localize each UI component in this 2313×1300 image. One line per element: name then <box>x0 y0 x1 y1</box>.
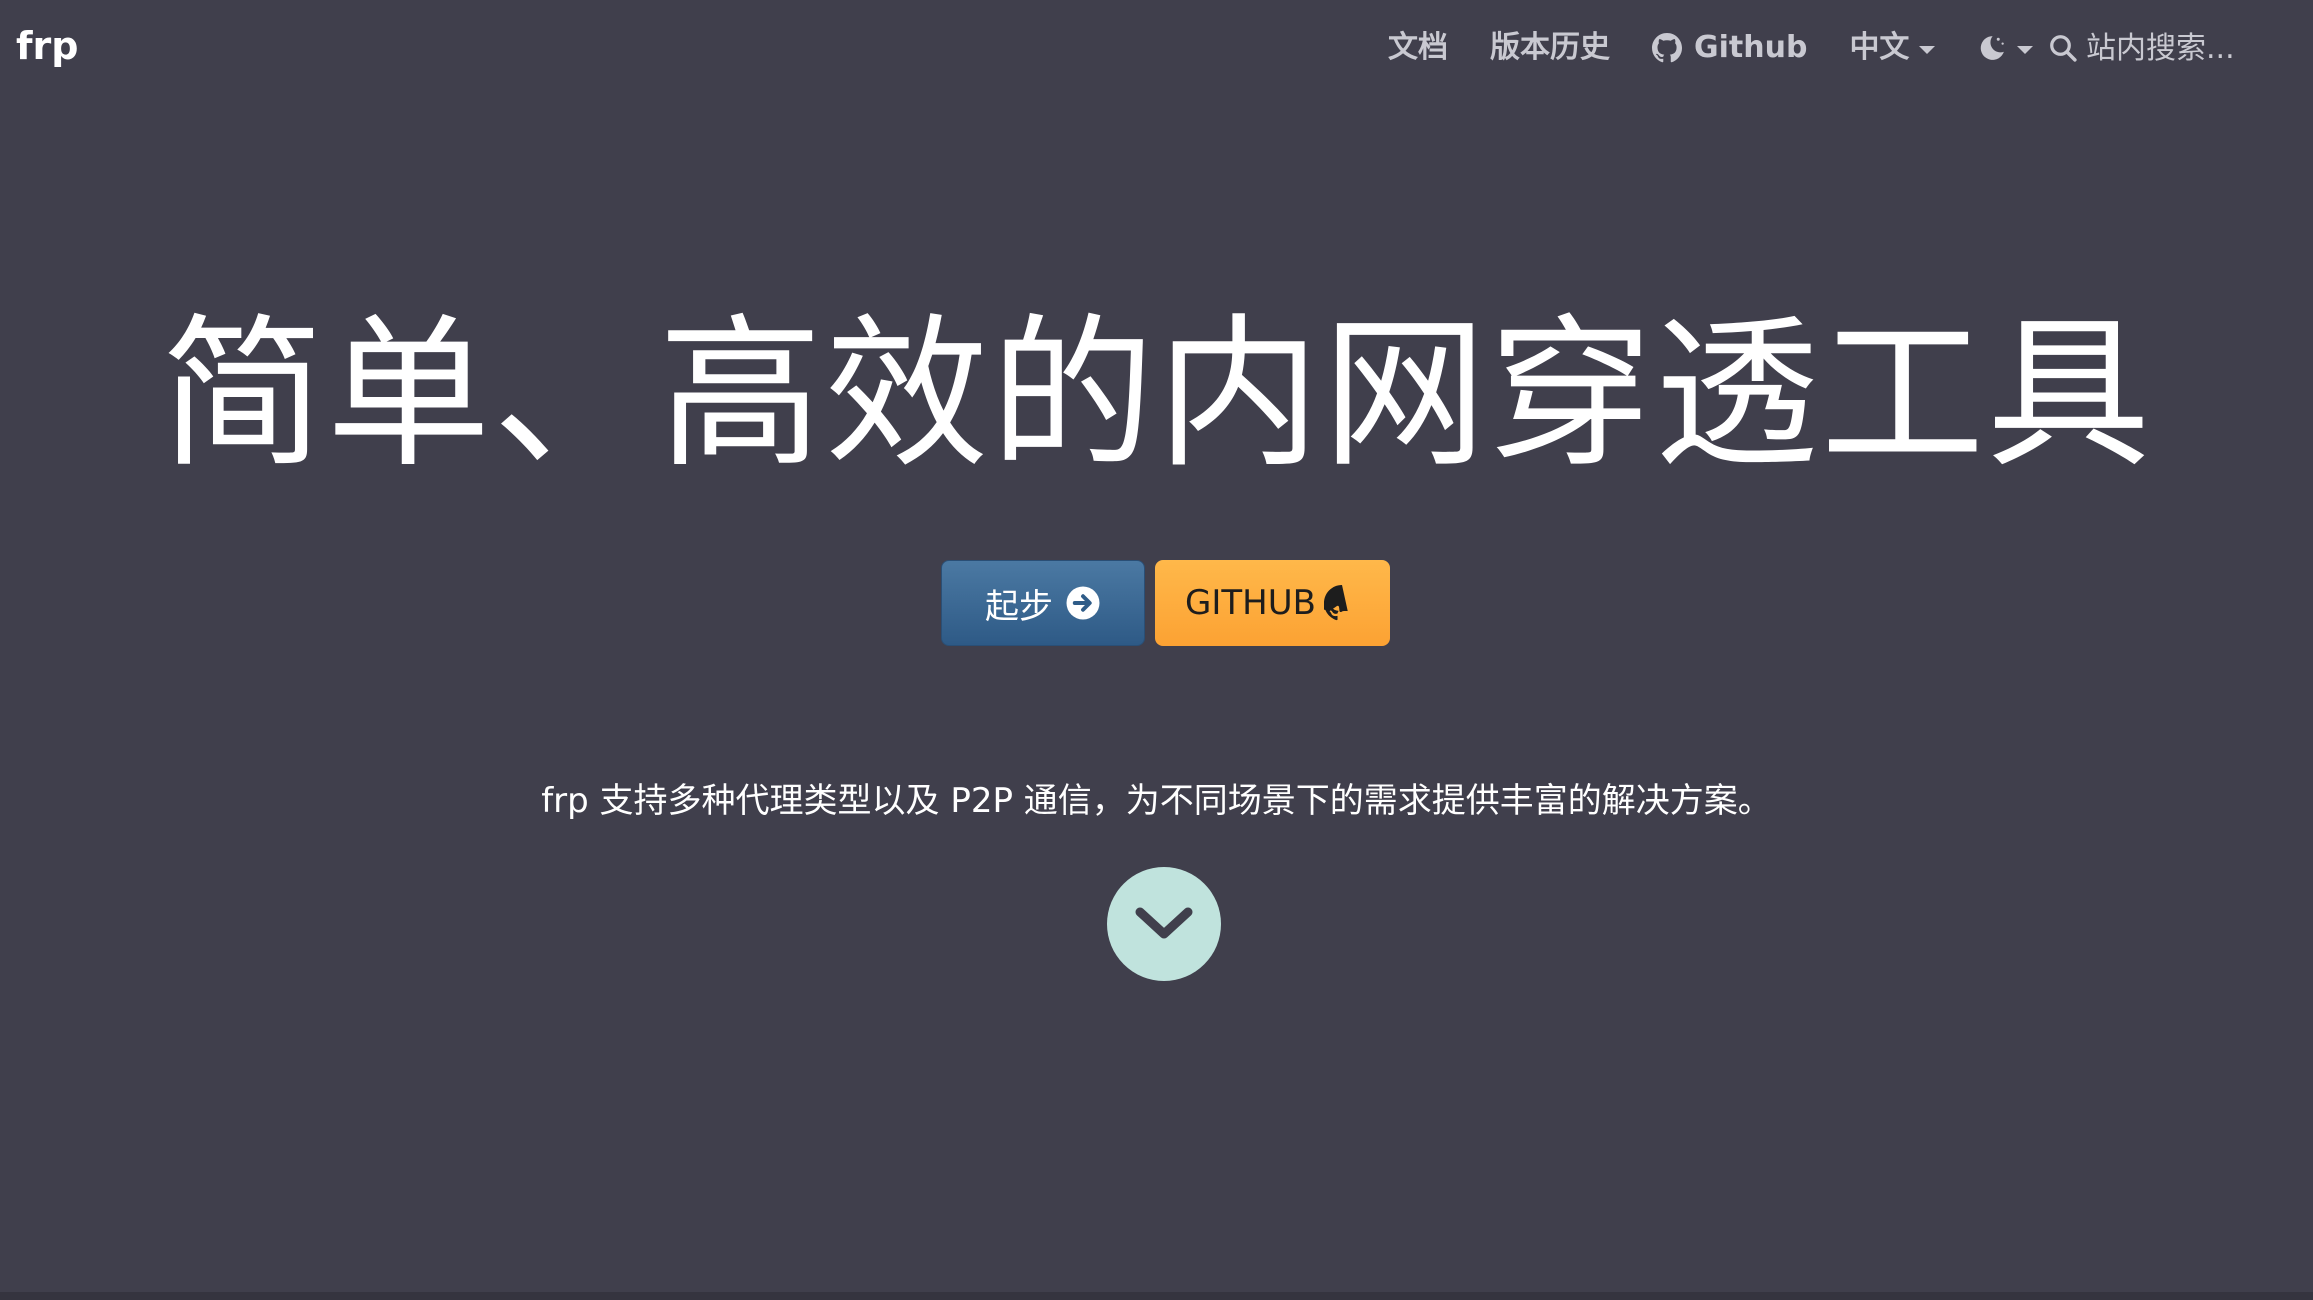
chevron-down-icon <box>1135 907 1193 939</box>
language-dropdown[interactable]: 中文 <box>1849 22 1936 74</box>
github-button[interactable]: GITHUB <box>1155 560 1390 646</box>
get-started-label: 起步 <box>985 586 1053 627</box>
nav-links: 文档 版本历史 Github 中文 <box>1388 22 2077 74</box>
bottom-divider <box>0 1292 2313 1300</box>
github-icon <box>1652 33 1682 63</box>
github-icon <box>1323 585 1348 621</box>
search-icon <box>2050 35 2077 62</box>
nav-github-label: Github <box>1694 30 1808 65</box>
search-box[interactable] <box>2048 22 2306 74</box>
page: frp 文档 版本历史 Github 中文 站内搜索... 简单、高效的内网穿透… <box>0 0 2313 1300</box>
hero-title: 简单、高效的内网穿透工具 <box>160 299 2153 490</box>
brand-logo[interactable]: frp <box>16 22 78 70</box>
hero-buttons: 起步 GITHUB <box>941 560 1390 646</box>
arrow-circle-right-icon <box>1066 586 1100 620</box>
caret-down-icon <box>1919 46 1936 54</box>
scroll-down-button[interactable] <box>1107 867 1221 981</box>
caret-down-icon <box>2017 46 2034 54</box>
nav-docs-link[interactable]: 文档 <box>1388 22 1448 74</box>
nav-releases-link[interactable]: 版本历史 <box>1490 22 1610 74</box>
hero-subtitle: frp 支持多种代理类型以及 P2P 通信，为不同场景下的需求提供丰富的解决方案… <box>541 781 1772 821</box>
navbar: frp 文档 版本历史 Github 中文 <box>0 0 2313 96</box>
nav-github-link[interactable]: Github <box>1652 22 1807 74</box>
github-button-label: GITHUB <box>1185 583 1316 623</box>
search-input[interactable] <box>2086 30 2306 66</box>
language-label: 中文 <box>1849 30 1910 65</box>
get-started-button[interactable]: 起步 <box>941 560 1145 646</box>
theme-dropdown[interactable] <box>1977 33 2034 63</box>
moon-icon <box>1981 36 2005 60</box>
